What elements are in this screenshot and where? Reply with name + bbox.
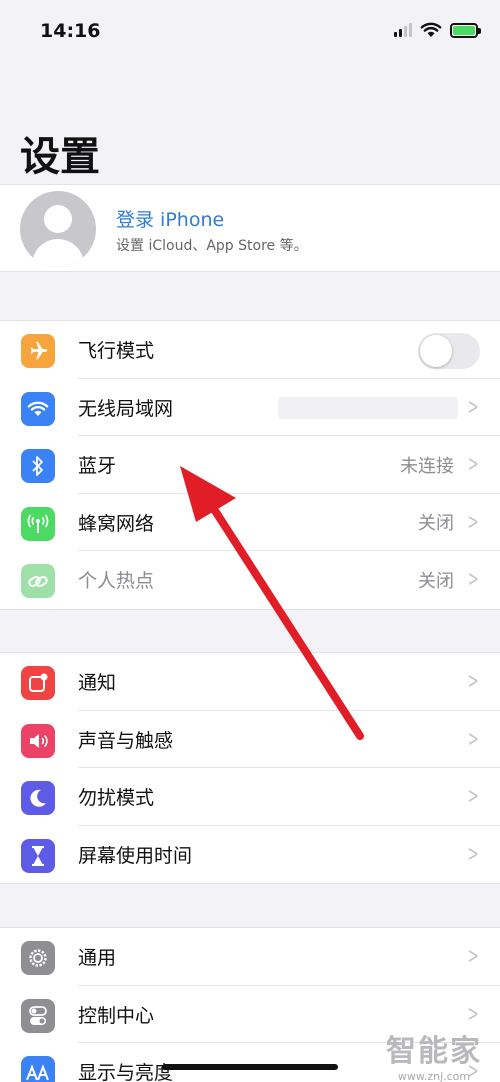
toggles-icon — [21, 998, 55, 1033]
chevron-right-icon: > — [467, 841, 479, 867]
hourglass-icon — [21, 838, 55, 873]
chevron-right-icon: > — [467, 452, 479, 478]
status-bar: 14:16 — [0, 0, 500, 64]
settings-row-label: 屏幕使用时间 — [78, 844, 193, 867]
settings-row-notifications[interactable]: 通知 > — [0, 653, 500, 711]
notifications-group: 通知 > 声音与触感 > 勿扰模式 > 屏幕使用时间 > — [0, 652, 500, 884]
settings-row-wifi[interactable]: 无线局域网 > — [0, 379, 500, 436]
settings-row-label: 声音与触感 — [78, 729, 174, 752]
chevron-right-icon: > — [467, 509, 479, 535]
settings-row-cellular[interactable]: 蜂窝网络 关闭 > — [0, 494, 500, 551]
watermark: 智能家 www.znj.com — [386, 1026, 482, 1082]
settings-row-label: 蜂窝网络 — [78, 512, 155, 535]
settings-row-label: 飞行模式 — [78, 340, 155, 363]
cellular-signal-icon — [394, 23, 412, 37]
chevron-right-icon: > — [467, 944, 479, 970]
home-indicator — [162, 1064, 338, 1070]
watermark-url: www.znj.com — [397, 1070, 471, 1082]
gear-icon — [21, 941, 55, 975]
hotspot-link-icon — [21, 564, 55, 598]
settings-row-label: 蓝牙 — [78, 455, 117, 478]
battery-icon — [450, 22, 481, 38]
wifi-status-icon — [420, 22, 442, 37]
wifi-network-name-blurred — [278, 396, 458, 419]
settings-row-general[interactable]: 通用 > — [0, 928, 500, 986]
bluetooth-status: 未连接 — [400, 455, 454, 477]
settings-row-bluetooth[interactable]: 蓝牙 未连接 > — [0, 436, 500, 494]
settings-row-airplane-mode[interactable]: 飞行模式 — [0, 321, 500, 379]
settings-row-label: 个人热点 — [78, 570, 155, 593]
status-icons — [394, 22, 481, 38]
settings-row-sounds-haptics[interactable]: 声音与触感 > — [0, 711, 500, 768]
watermark-main: 智能家 — [386, 1034, 482, 1069]
chevron-right-icon: > — [467, 784, 479, 810]
bluetooth-icon — [21, 449, 55, 483]
settings-row-label: 无线局域网 — [78, 397, 174, 420]
chevron-right-icon: > — [467, 726, 479, 752]
wifi-icon — [21, 391, 55, 426]
moon-icon — [21, 781, 55, 815]
settings-row-label: 通用 — [78, 947, 117, 970]
settings-row-screen-time[interactable]: 屏幕使用时间 > — [0, 826, 500, 884]
status-time: 14:16 — [40, 20, 101, 42]
settings-row-label: 显示与亮度 — [78, 1062, 174, 1082]
signin-title: 登录 iPhone — [116, 209, 225, 231]
airplane-mode-toggle[interactable] — [418, 333, 480, 369]
signin-subtitle: 设置 iCloud、App Store 等。 — [116, 238, 308, 254]
settings-row-label: 通知 — [78, 672, 117, 695]
chevron-right-icon: > — [467, 394, 479, 420]
chevron-right-icon: > — [467, 567, 479, 593]
airplane-icon — [21, 334, 55, 368]
cellular-status: 关闭 — [418, 513, 454, 535]
speaker-icon — [21, 723, 55, 758]
connectivity-group: 飞行模式 无线局域网 > 蓝牙 未连接 > 蜂窝网络 关闭 > 个人热点 关闭 … — [0, 320, 500, 610]
cellular-antenna-icon — [21, 506, 55, 541]
avatar — [20, 191, 96, 267]
settings-row-label: 勿扰模式 — [78, 787, 155, 810]
settings-row-label: 控制中心 — [78, 1004, 155, 1027]
page-title: 设置 — [20, 134, 100, 180]
settings-row-do-not-disturb[interactable]: 勿扰模式 > — [0, 768, 500, 826]
notification-icon — [21, 666, 55, 700]
settings-row-personal-hotspot[interactable]: 个人热点 关闭 > — [0, 551, 500, 609]
text-size-icon — [21, 1056, 55, 1082]
chevron-right-icon: > — [467, 669, 479, 695]
hotspot-status: 关闭 — [418, 570, 454, 592]
apple-id-signin-row[interactable]: 登录 iPhone 设置 iCloud、App Store 等。 — [0, 184, 500, 272]
chevron-right-icon: > — [467, 1001, 479, 1027]
